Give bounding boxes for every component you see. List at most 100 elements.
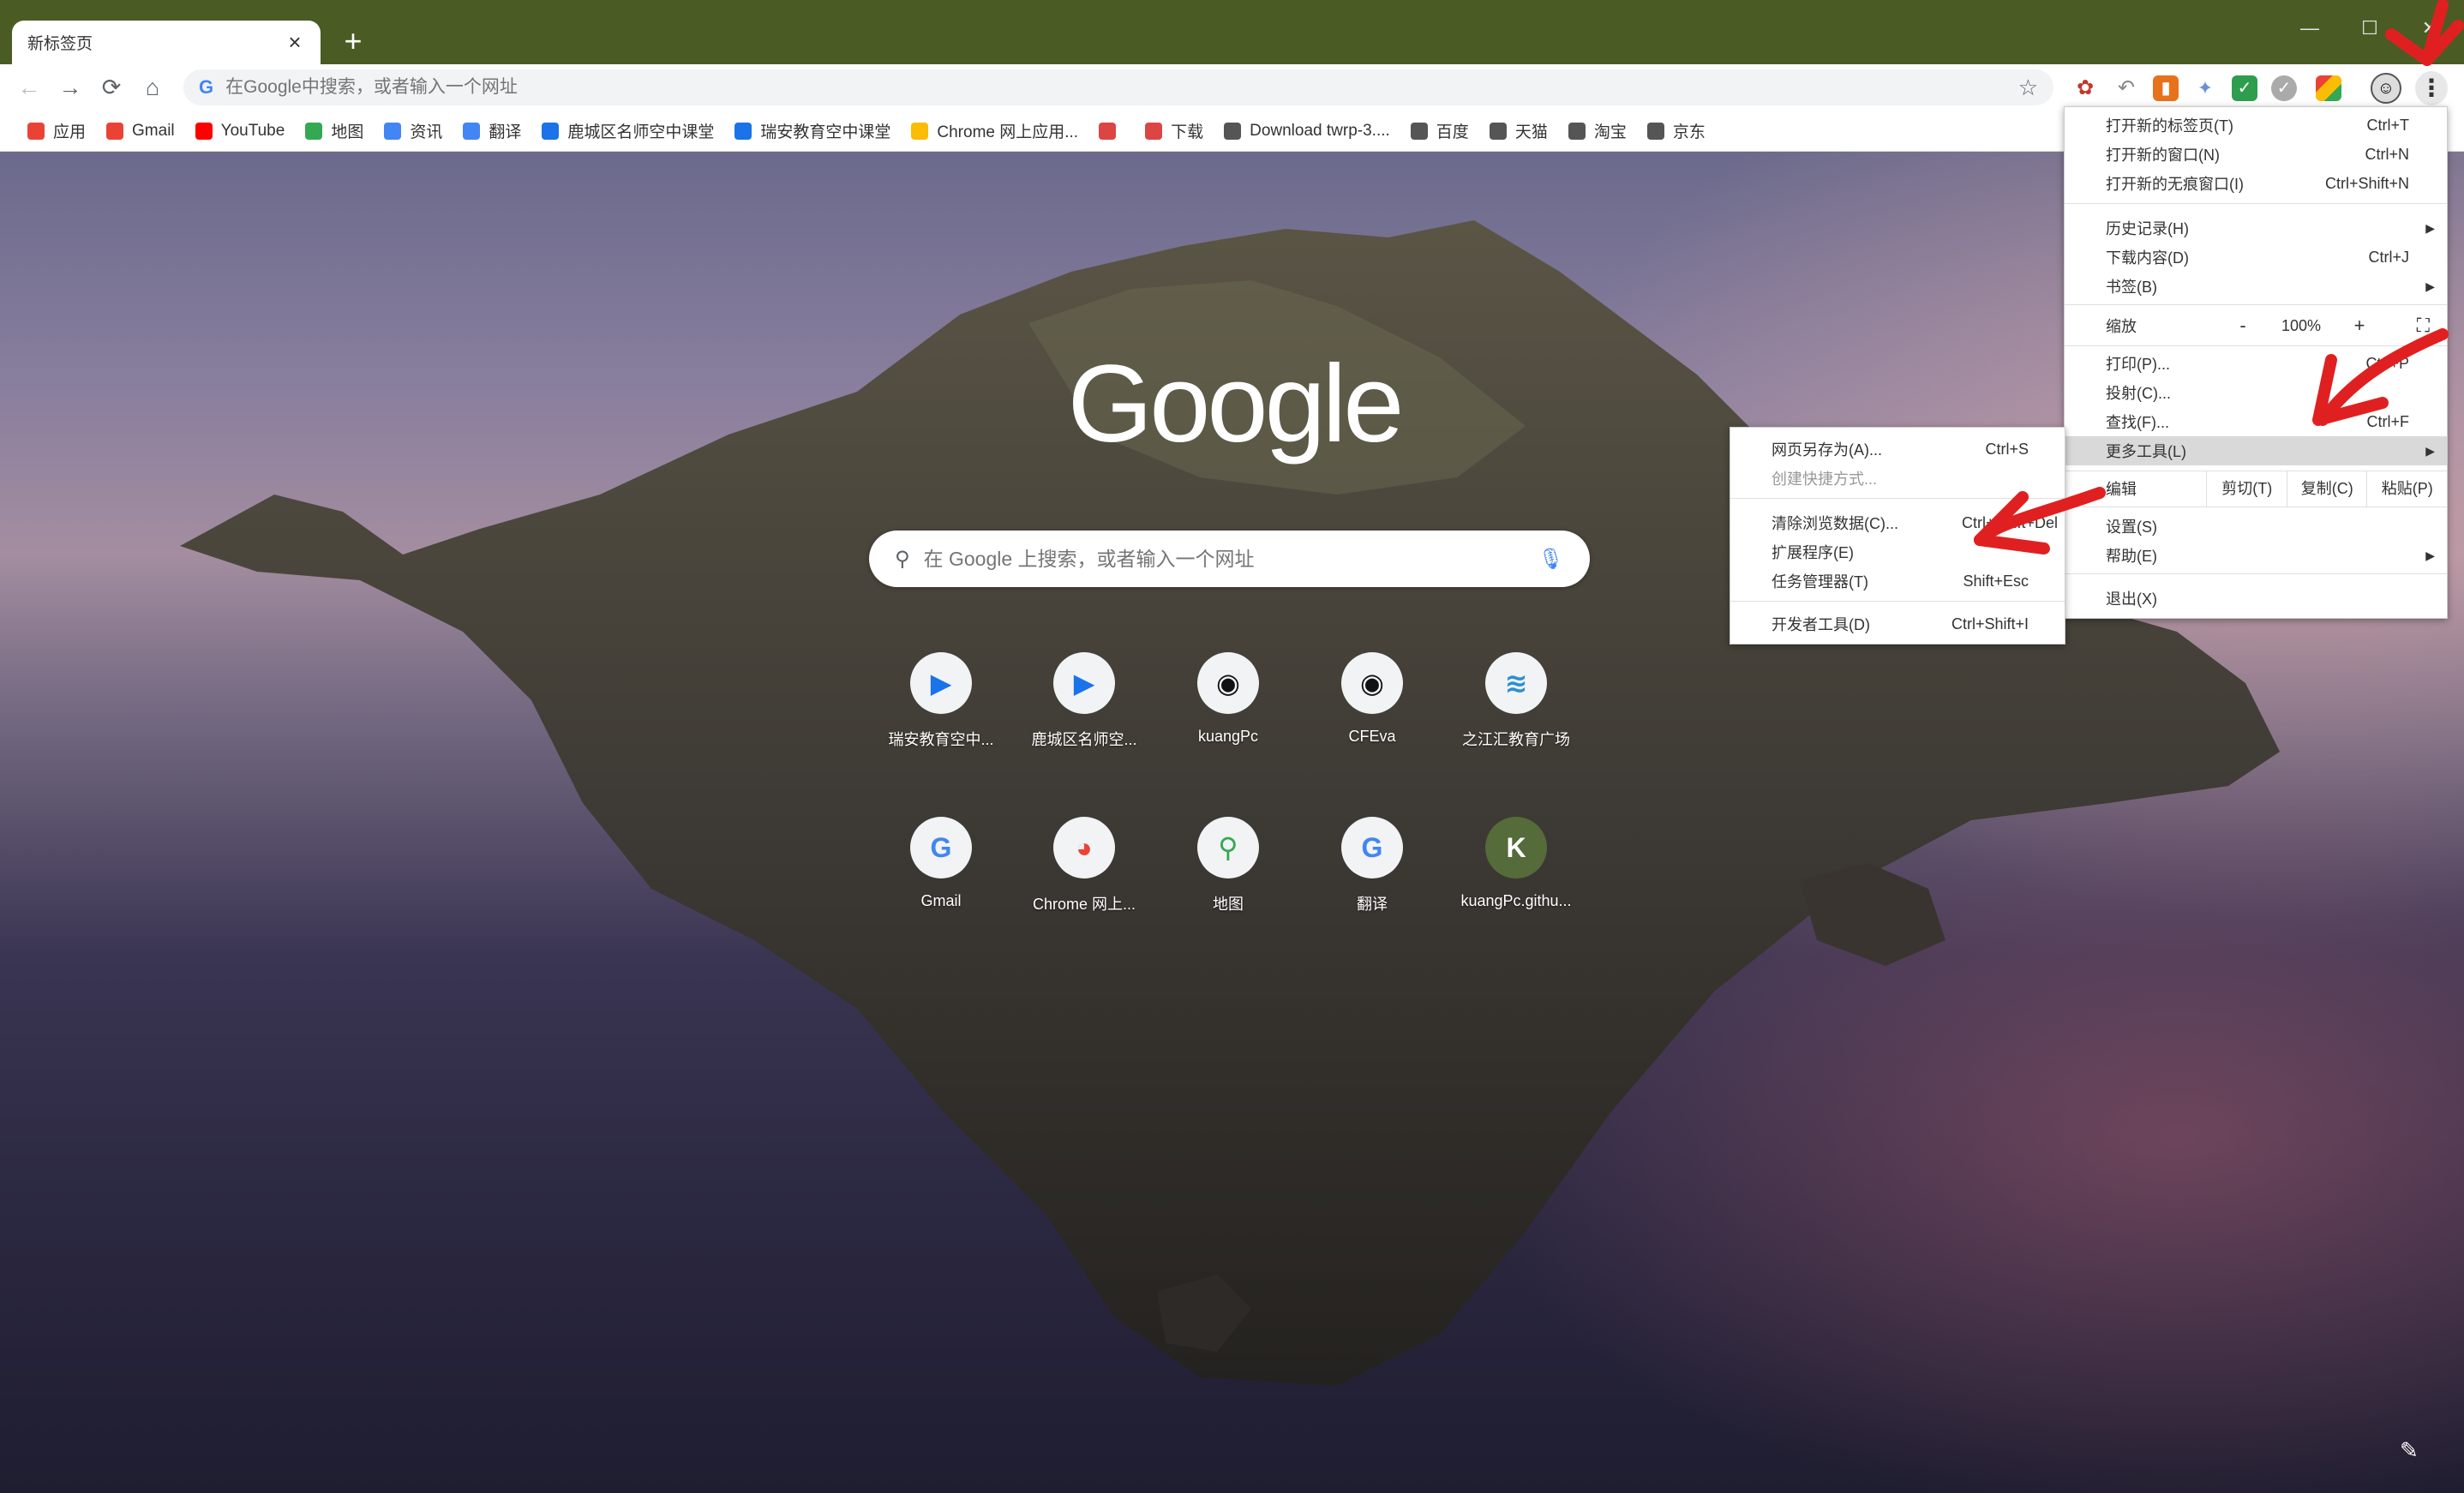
shortcut-tile[interactable]: ◉ CFEva bbox=[1304, 640, 1441, 777]
fullscreen-icon[interactable]: ⛶ bbox=[2417, 315, 2430, 337]
shortcut-tile[interactable]: ◉ kuangPc bbox=[1160, 640, 1297, 777]
tab-close-icon[interactable]: × bbox=[285, 29, 305, 56]
bookmark-item[interactable]: YouTube bbox=[185, 116, 296, 147]
tab-new-tab[interactable]: 新标签页 × bbox=[12, 21, 321, 64]
bookmark-label: 地图 bbox=[331, 123, 364, 141]
home-icon[interactable]: ⌂ bbox=[137, 73, 168, 102]
shield-extension-icon[interactable]: ✓ bbox=[2232, 75, 2257, 101]
bookmark-item[interactable]: Download twrp-3.... bbox=[1214, 116, 1400, 147]
back-arrow-icon[interactable]: ← bbox=[14, 73, 45, 102]
window-close-icon[interactable]: ✕ bbox=[2408, 15, 2451, 41]
submenu-developer-tools[interactable]: 开发者工具(D) Ctrl+Shift+I bbox=[1730, 609, 2065, 639]
shortcut-tile[interactable]: KkuangPc.githu... bbox=[1448, 805, 1585, 942]
reload-icon[interactable]: ⟳ bbox=[96, 73, 127, 102]
globe-icon bbox=[1489, 122, 1507, 140]
bookmark-label: Chrome 网上应用... bbox=[937, 123, 1079, 141]
folder-red-icon bbox=[1099, 122, 1117, 140]
cut-button[interactable]: 剪切(T) bbox=[2206, 471, 2287, 507]
bookmark-item[interactable]: 百度 bbox=[1400, 116, 1479, 147]
menu-more-tools[interactable]: 更多工具(L) ▶ bbox=[2065, 436, 2447, 465]
color-extension-icon[interactable] bbox=[2316, 75, 2341, 101]
bookmark-item[interactable]: 地图 bbox=[295, 116, 374, 147]
maps-icon bbox=[305, 122, 323, 140]
microphone-icon[interactable]: 🎙 bbox=[1538, 547, 1564, 572]
globe-icon bbox=[1410, 122, 1428, 140]
bookmark-item[interactable]: 资讯 bbox=[374, 116, 453, 147]
copy-button[interactable]: 复制(C) bbox=[2286, 471, 2367, 507]
bookmark-item[interactable]: 下载 bbox=[1135, 116, 1214, 147]
office-extension-icon[interactable]: ▮ bbox=[2153, 75, 2179, 101]
bookmark-item[interactable]: 淘宝 bbox=[1558, 116, 1637, 147]
shortcut-icon: G bbox=[910, 817, 972, 878]
menu-find[interactable]: 查找(F)... Ctrl+F bbox=[2065, 407, 2447, 436]
paste-button[interactable]: 粘贴(P) bbox=[2366, 471, 2447, 507]
menu-separator bbox=[1730, 601, 2065, 602]
shortcut-tile[interactable]: ◕ Chrome 网上... bbox=[1016, 805, 1153, 942]
globe-icon bbox=[1568, 122, 1586, 140]
omnibox[interactable]: G ☆ bbox=[183, 69, 2053, 105]
shortcut-tile[interactable]: ▶ 瑞安教育空中... bbox=[872, 640, 1010, 777]
minimize-icon[interactable]: — bbox=[2288, 15, 2331, 41]
shortcut-tile[interactable]: ▶ 鹿城区名师空... bbox=[1016, 640, 1153, 777]
shortcut-tile[interactable]: G Gmail bbox=[872, 805, 1010, 942]
bookmark-item[interactable]: 翻译 bbox=[453, 116, 531, 147]
bookmark-item[interactable]: 天猫 bbox=[1479, 116, 1558, 147]
bookmark-item[interactable]: Chrome 网上应用... bbox=[901, 116, 1088, 147]
menu-bookmarks[interactable]: 书签(B) ▶ bbox=[2065, 272, 2447, 301]
menu-print[interactable]: 打印(P)... Ctrl+P bbox=[2065, 349, 2447, 378]
menu-new-window[interactable]: 打开新的窗口(N) Ctrl+N bbox=[2065, 140, 2447, 169]
reply-extension-icon[interactable]: ↶ bbox=[2113, 75, 2139, 101]
bookmark-item[interactable]: 京东 bbox=[1637, 116, 1716, 147]
maximize-icon[interactable]: ☐ bbox=[2348, 15, 2391, 41]
kebab-menu-icon[interactable]: ⋮ bbox=[2415, 71, 2448, 105]
address-input[interactable] bbox=[225, 77, 2018, 98]
submenu-create-shortcut[interactable]: 创建快捷方式... bbox=[1730, 464, 2065, 493]
bookmark-item[interactable]: Gmail bbox=[96, 116, 185, 147]
shortcut-tile[interactable]: G 翻译 bbox=[1304, 805, 1441, 942]
menu-help[interactable]: 帮助(E) ▶ bbox=[2065, 541, 2447, 570]
submenu-task-manager[interactable]: 任务管理器(T) Shift+Esc bbox=[1730, 567, 2065, 596]
shortcut-label: 瑞安教育空中... bbox=[888, 731, 994, 748]
bookmark-label: 翻译 bbox=[489, 123, 522, 141]
menu-downloads[interactable]: 下载内容(D) Ctrl+J bbox=[2065, 243, 2447, 272]
ntp-search-box[interactable]: ⚲ 🎙 bbox=[869, 531, 1590, 587]
shortcut-icon: ◕ bbox=[1053, 817, 1115, 878]
bookmark-label: 鹿城区名师空中课堂 bbox=[567, 123, 715, 141]
bird-extension-icon[interactable]: ✦ bbox=[2192, 75, 2218, 101]
menu-new-tab[interactable]: 打开新的标签页(T) Ctrl+T bbox=[2065, 111, 2447, 140]
menu-history[interactable]: 历史记录(H) ▶ bbox=[2065, 213, 2447, 243]
paw-extension-icon[interactable]: ✿ bbox=[2072, 75, 2098, 101]
tab-title: 新标签页 bbox=[27, 35, 93, 53]
ntp-search-input[interactable] bbox=[923, 547, 1538, 571]
title-bar: 新标签页 × + — ☐ ✕ bbox=[0, 0, 2464, 64]
news-icon bbox=[384, 122, 402, 140]
bookmark-item[interactable] bbox=[1088, 116, 1135, 147]
google-g-icon: G bbox=[199, 76, 214, 98]
zoom-out-button[interactable]: - bbox=[2219, 315, 2267, 337]
new-tab-button[interactable]: + bbox=[336, 22, 370, 60]
menu-new-incognito[interactable]: 打开新的无痕窗口(I) Ctrl+Shift+N bbox=[2065, 169, 2447, 198]
submenu-clear-browsing-data[interactable]: 清除浏览数据(C)... Ctrl+Shift+Del bbox=[1730, 508, 2065, 537]
submenu-arrow-icon: ▶ bbox=[2425, 443, 2435, 458]
shortcut-tile[interactable]: ⚲ 地图 bbox=[1160, 805, 1297, 942]
submenu-extensions[interactable]: 扩展程序(E) bbox=[1730, 537, 2065, 567]
menu-settings[interactable]: 设置(S) bbox=[2065, 512, 2447, 541]
shortcut-label: Chrome 网上... bbox=[1032, 896, 1136, 913]
bookmark-star-icon[interactable]: ☆ bbox=[2018, 75, 2038, 101]
bookmark-item[interactable]: 鹿城区名师空中课堂 bbox=[531, 116, 724, 147]
submenu-save-page[interactable]: 网页另存为(A)... Ctrl+S bbox=[1730, 435, 2065, 464]
bookmark-item[interactable]: 应用 bbox=[17, 116, 96, 147]
forward-arrow-icon[interactable]: → bbox=[55, 73, 86, 102]
check-extension-icon[interactable]: ✓ bbox=[2271, 75, 2297, 101]
edit-label: 编辑 bbox=[2106, 481, 2137, 498]
gmail-icon bbox=[106, 122, 124, 140]
more-tools-submenu: 网页另存为(A)... Ctrl+S 创建快捷方式... 清除浏览数据(C)...… bbox=[1730, 427, 2065, 645]
profile-avatar[interactable]: ☺ bbox=[2371, 73, 2401, 104]
customize-pencil-icon[interactable]: ✎ bbox=[2400, 1437, 2419, 1464]
shortcut-tile[interactable]: ≋ 之江汇教育广场 bbox=[1448, 640, 1585, 777]
menu-cast[interactable]: 投射(C)... bbox=[2065, 378, 2447, 407]
bookmark-item[interactable]: 瑞安教育空中课堂 bbox=[724, 116, 901, 147]
chrome-main-menu: 打开新的标签页(T) Ctrl+T 打开新的窗口(N) Ctrl+N 打开新的无痕窗… bbox=[2064, 106, 2448, 619]
menu-exit[interactable]: 退出(X) bbox=[2065, 584, 2447, 613]
zoom-in-button[interactable]: + bbox=[2335, 315, 2383, 337]
